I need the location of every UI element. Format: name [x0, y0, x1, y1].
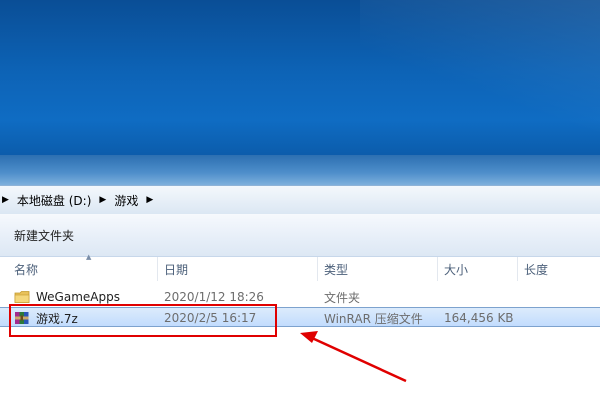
red-arrow-icon — [300, 331, 407, 383]
